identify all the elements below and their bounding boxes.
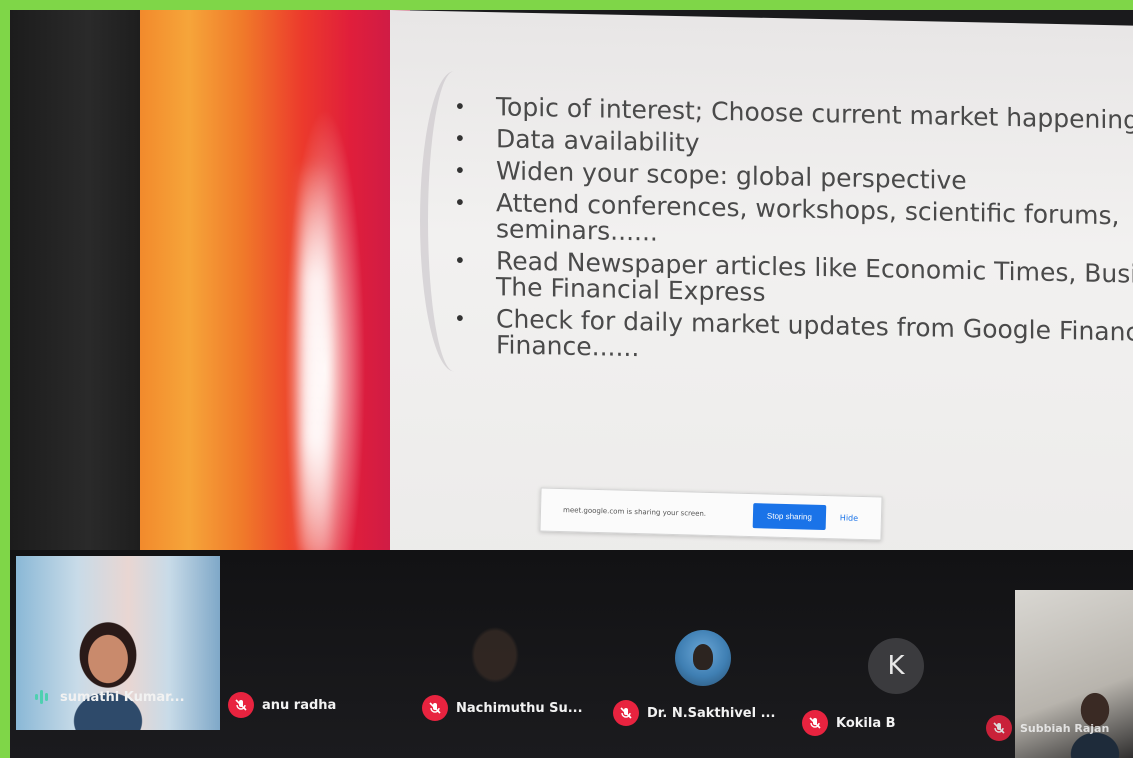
- participant-strip: K sumathi Kumar... anu radha Nachimuthu …: [10, 550, 1133, 758]
- participant-label-kokila: Kokila B: [802, 710, 896, 736]
- participant-label-nachimuthu: Nachimuthu Su...: [422, 695, 583, 721]
- stop-sharing-button[interactable]: Stop sharing: [752, 502, 827, 530]
- avatar-sakthivel[interactable]: [675, 630, 731, 686]
- speaking-icon: [32, 688, 50, 706]
- bullet-icon: •: [454, 248, 466, 273]
- participant-label-subbiah: Subbiah Rajan: [986, 715, 1109, 741]
- bullet-icon: •: [454, 158, 466, 183]
- hide-button[interactable]: Hide: [840, 513, 858, 522]
- mic-off-icon: [802, 710, 828, 736]
- mic-off-icon: [228, 692, 254, 718]
- slide-bullet: • Check for daily market updates from Goo…: [454, 304, 1133, 363]
- mic-off-icon: [422, 695, 448, 721]
- participant-label-sakthivel: Dr. N.Sakthivel ...: [613, 700, 775, 726]
- participant-label-sumathi: sumathi Kumar...: [32, 688, 185, 706]
- participant-name: Nachimuthu Su...: [456, 700, 583, 716]
- wallpaper-highlight: [300, 160, 330, 560]
- participant-label-anu-radha: anu radha: [228, 692, 336, 718]
- bullet-icon: •: [454, 306, 466, 331]
- participant-name: Dr. N.Sakthivel ...: [647, 705, 776, 721]
- participant-name: Kokila B: [836, 715, 896, 731]
- mic-off-icon: [986, 715, 1012, 741]
- participant-name: sumathi Kumar...: [60, 689, 185, 705]
- avatar-image: [693, 644, 713, 670]
- mic-off-icon: [613, 700, 639, 726]
- participant-name: Subbiah Rajan: [1020, 721, 1110, 735]
- bullet-icon: •: [454, 190, 466, 215]
- participant-name: anu radha: [262, 697, 337, 713]
- participant-image: [66, 611, 150, 730]
- bullet-icon: •: [454, 94, 466, 119]
- meeting-window: • Topic of interest; Choose current marke…: [10, 10, 1133, 758]
- share-message: meet.google.com is sharing your screen.: [562, 506, 707, 518]
- avatar-kokila[interactable]: K: [868, 638, 924, 694]
- presenter-wallpaper: [140, 10, 410, 565]
- screen-bezel: [10, 10, 140, 570]
- bullet-icon: •: [454, 126, 466, 151]
- participant-video-nachimuthu[interactable]: [455, 610, 535, 700]
- slide-bullet-list: • Topic of interest; Choose current marke…: [450, 92, 1133, 379]
- screen-share-notification: meet.google.com is sharing your screen. …: [539, 487, 883, 541]
